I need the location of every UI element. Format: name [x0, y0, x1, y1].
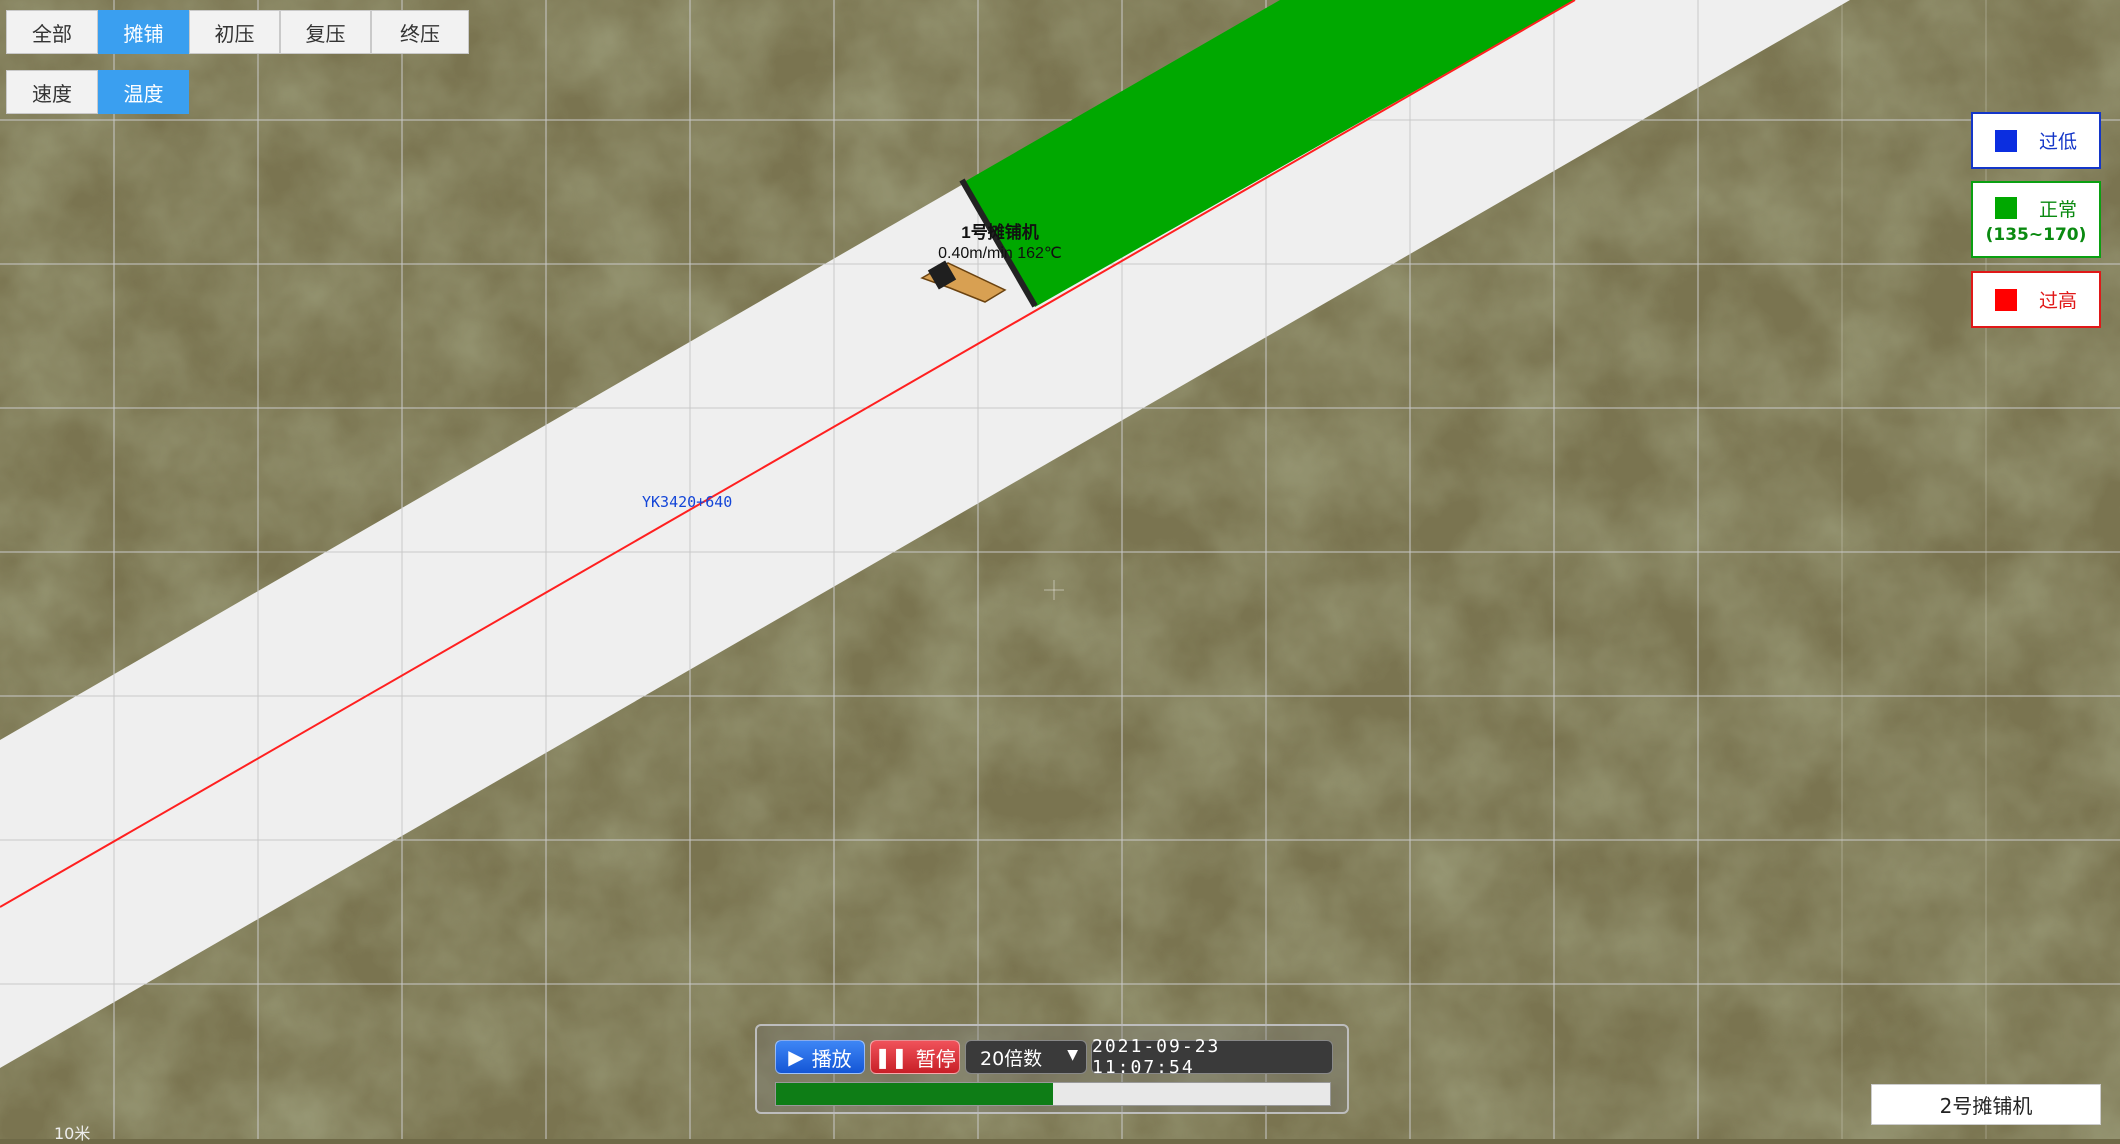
tab-all[interactable]: 全部: [6, 10, 98, 54]
timestamp-display: 2021-09-23 11:07:54: [1091, 1036, 1333, 1078]
pause-button[interactable]: ❚❚ 暂停: [870, 1040, 960, 1074]
legend-normal[interactable]: 正常 (135~170): [1971, 181, 2101, 258]
play-button[interactable]: ▶ 播放: [775, 1040, 865, 1074]
legend-normal-label: 正常: [2038, 198, 2077, 221]
station-label: YK3420+640: [642, 493, 732, 511]
tab-final-compaction[interactable]: 终压: [371, 10, 469, 54]
mode-tabs: 速度 温度: [6, 70, 189, 114]
progress-fill: [776, 1083, 1053, 1105]
legend-normal-range: (135~170): [1985, 224, 2087, 245]
map-canvas[interactable]: 1号摊铺机 0.40m/min 162℃ YK3420+640: [0, 0, 2120, 1139]
layer-tabs: 全部 摊铺 初压 复压 终压: [6, 10, 469, 54]
pause-icon: ❚❚: [874, 1045, 908, 1069]
paver-status: 0.40m/min 162℃: [938, 245, 1062, 262]
scale-label: 10米: [54, 1124, 91, 1143]
legend-low[interactable]: 过低: [1971, 112, 2101, 169]
tab-paving[interactable]: 摊铺: [98, 10, 189, 54]
legend-low-swatch: [1994, 129, 2017, 152]
paver-name: 1号摊铺机: [961, 222, 1038, 242]
legend-high[interactable]: 过高: [1971, 271, 2101, 328]
speed-select[interactable]: 20倍数 ▼: [965, 1040, 1087, 1074]
legend-high-label: 过高: [2038, 290, 2077, 312]
tab-secondary-compaction[interactable]: 复压: [280, 10, 371, 54]
progress-bar[interactable]: [775, 1082, 1331, 1106]
playback-panel: ▶ 播放 ❚❚ 暂停 20倍数 ▼ 2021-09-23 11:07:54: [755, 1024, 1349, 1114]
dropdown-arrow-icon: ▼: [1067, 1047, 1078, 1063]
tab-initial-compaction[interactable]: 初压: [189, 10, 280, 54]
tab-speed[interactable]: 速度: [6, 70, 98, 114]
legend-normal-swatch: [1994, 197, 2017, 219]
machine-selector[interactable]: 2号摊铺机: [1871, 1084, 2101, 1125]
play-icon: ▶: [788, 1045, 804, 1069]
legend-high-swatch: [1994, 288, 2017, 311]
tab-temperature[interactable]: 温度: [98, 70, 189, 114]
pause-label: 暂停: [915, 1046, 956, 1071]
speed-value: 20倍数: [980, 1047, 1043, 1070]
legend-low-label: 过低: [2038, 131, 2077, 153]
play-label: 播放: [811, 1046, 852, 1071]
